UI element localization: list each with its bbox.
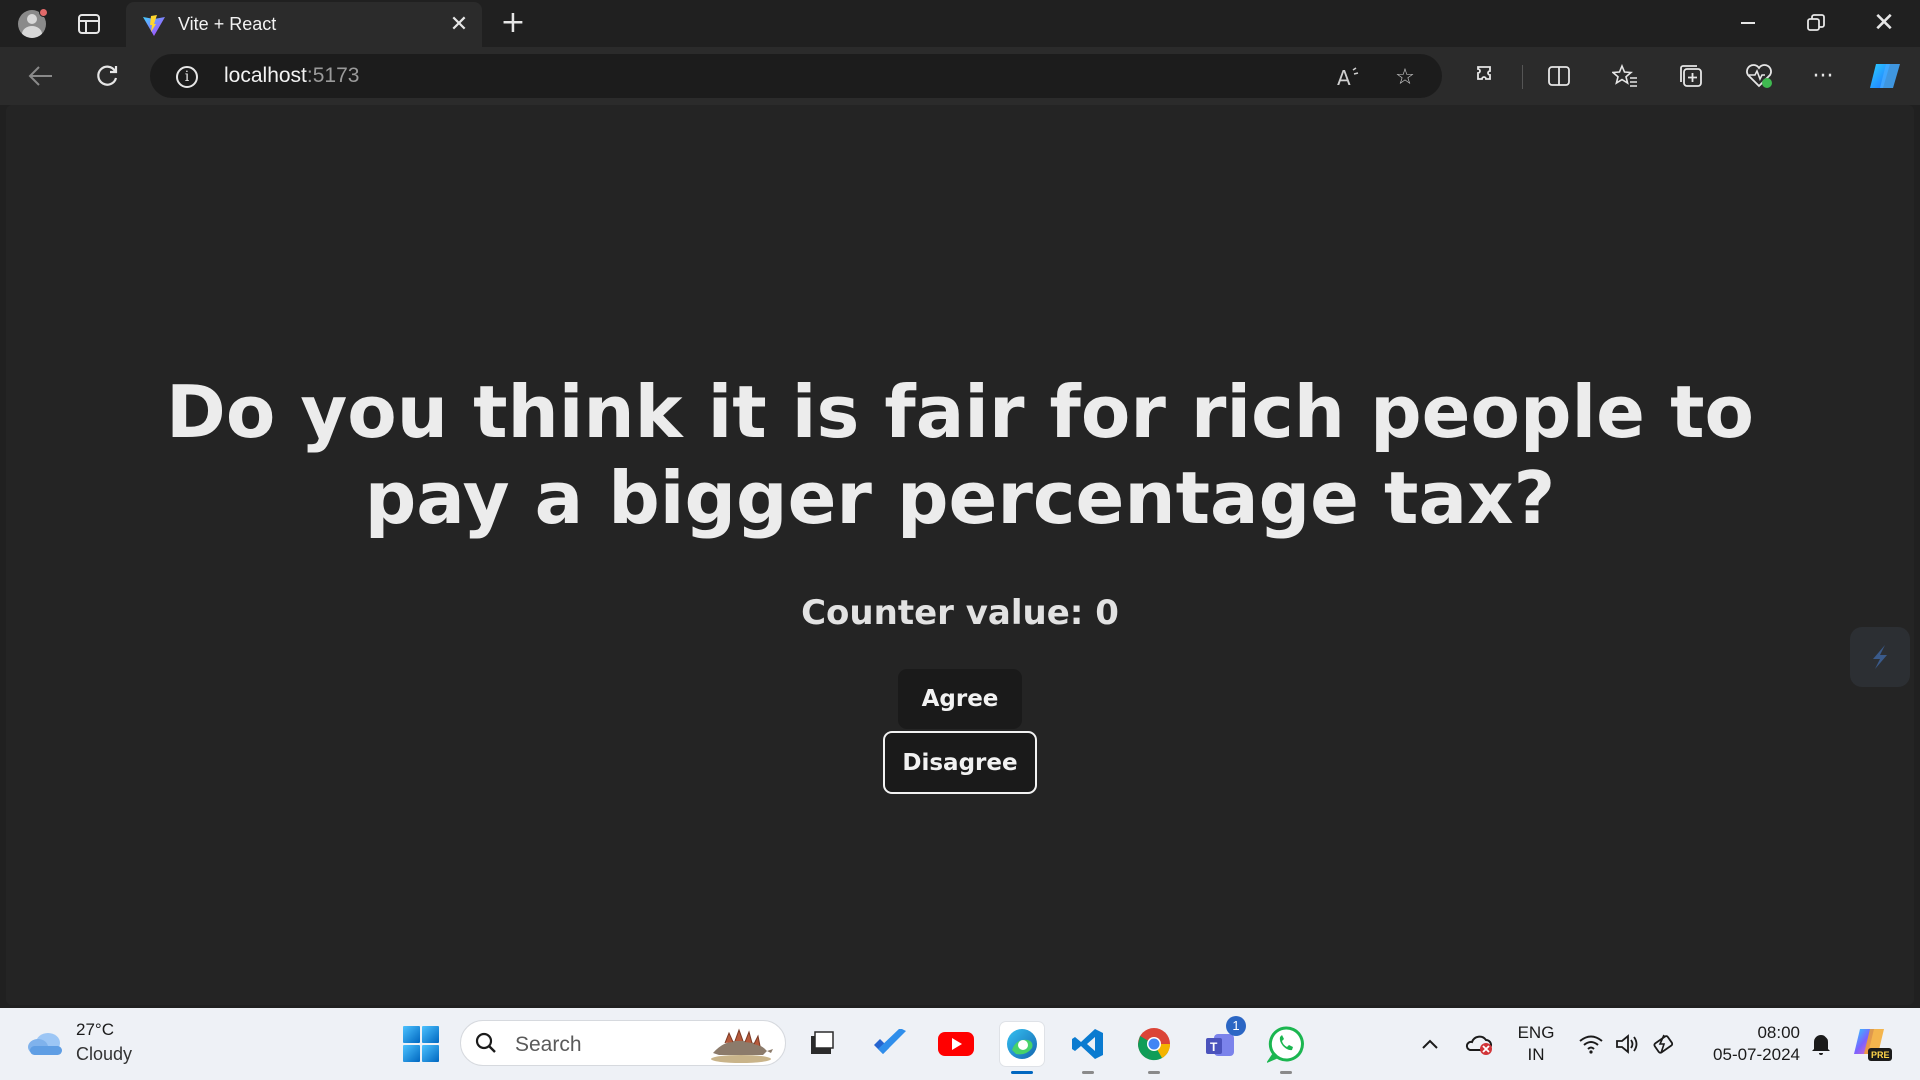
taskbar-search-box[interactable]: Search [460,1020,786,1066]
copilot-preview-badge: PRE [1871,1050,1890,1060]
address-bar[interactable]: i localhost:5173 A ☆ [150,54,1442,98]
minimize-window-button[interactable] [1714,0,1782,46]
tab-actions-icon[interactable] [78,14,100,34]
split-screen-icon[interactable] [1540,57,1578,95]
agree-button[interactable]: Agree [898,669,1022,729]
running-app-indicator [1148,1071,1160,1074]
clock-date: 05-07-2024 [1713,1045,1800,1064]
browser-toolbar: i localhost:5173 A ☆ ··· [0,47,1920,105]
windows-start-icon[interactable] [403,1026,439,1062]
read-aloud-icon[interactable]: A [1334,62,1364,92]
favorite-star-icon[interactable]: ☆ [1390,62,1420,92]
site-info-icon[interactable]: i [176,66,198,88]
copilot-preview-icon[interactable]: PRE [1850,1026,1894,1062]
running-app-indicator [1082,1071,1094,1074]
wifi-icon[interactable] [1576,1026,1606,1062]
search-icon [475,1032,496,1053]
show-hidden-icons-chevron-icon[interactable] [1416,1026,1444,1062]
counter-value: Counter value: 0 [801,593,1119,633]
tab-title: Vite + React [178,14,277,34]
collections-icon[interactable] [1672,57,1710,95]
new-tab-icon[interactable]: + [496,7,530,41]
language-indicator[interactable]: ENG IN [1510,1022,1562,1066]
active-app-indicator [1011,1071,1033,1074]
extensions-icon[interactable] [1468,57,1506,95]
search-placeholder: Search [515,1033,582,1056]
browser-tab[interactable]: Vite + React ✕ [126,2,482,47]
cloudy-weather-icon[interactable] [26,1030,66,1056]
poll-question: Do you think it is fair for rich people … [166,370,1754,540]
volume-icon[interactable] [1612,1026,1642,1062]
page-viewport: Do you think it is fair for rich people … [6,105,1914,1005]
browser-title-bar: Vite + React ✕ + ✕ [0,0,1920,47]
vscode-icon[interactable] [1066,1022,1110,1074]
running-app-indicator [1280,1071,1292,1074]
microsoft-teams-icon[interactable]: T 1 [1198,1016,1246,1066]
notifications-bell-icon[interactable] [1806,1026,1836,1062]
profile-avatar-icon[interactable] [14,6,50,42]
google-chrome-icon[interactable] [1132,1022,1176,1074]
close-tab-icon[interactable]: ✕ [446,12,472,38]
vite-logo-icon [143,15,165,36]
system-clock[interactable]: 08:00 05-07-2024 [1688,1022,1800,1066]
url-text[interactable]: localhost:5173 [224,64,359,88]
clock-time: 08:00 [1757,1023,1800,1042]
battery-charging-icon[interactable] [1648,1026,1678,1062]
sidebar-toggle-icon[interactable] [1850,627,1910,687]
browser-essentials-icon[interactable] [1740,57,1778,95]
restore-window-button[interactable] [1782,0,1850,46]
more-options-icon[interactable]: ··· [1804,57,1842,95]
microsoft-todo-icon[interactable] [868,1022,912,1066]
weather-temperature[interactable]: 27°C [76,1020,114,1040]
toolbar-divider [1522,65,1523,89]
copilot-icon[interactable] [1866,57,1904,95]
windows-taskbar: 27°C Cloudy Search T 1 ENG IN 08:00 05-0… [0,1008,1920,1080]
whatsapp-icon[interactable] [1264,1022,1308,1074]
refresh-icon[interactable] [88,57,126,95]
microsoft-edge-icon[interactable] [1000,1022,1044,1074]
task-view-icon[interactable] [800,1022,844,1066]
svg-text:A: A [1337,66,1351,88]
weather-description[interactable]: Cloudy [76,1044,132,1065]
teams-notification-badge: 1 [1226,1016,1246,1036]
disagree-button[interactable]: Disagree [883,731,1037,794]
onedrive-error-icon[interactable] [1462,1026,1496,1062]
youtube-icon[interactable] [934,1022,978,1066]
stegosaurus-search-highlight-icon [711,1028,773,1063]
favorites-icon[interactable] [1606,57,1644,95]
back-arrow-icon[interactable] [22,57,60,95]
close-window-button[interactable]: ✕ [1850,0,1918,46]
svg-text:T: T [1210,1040,1218,1054]
